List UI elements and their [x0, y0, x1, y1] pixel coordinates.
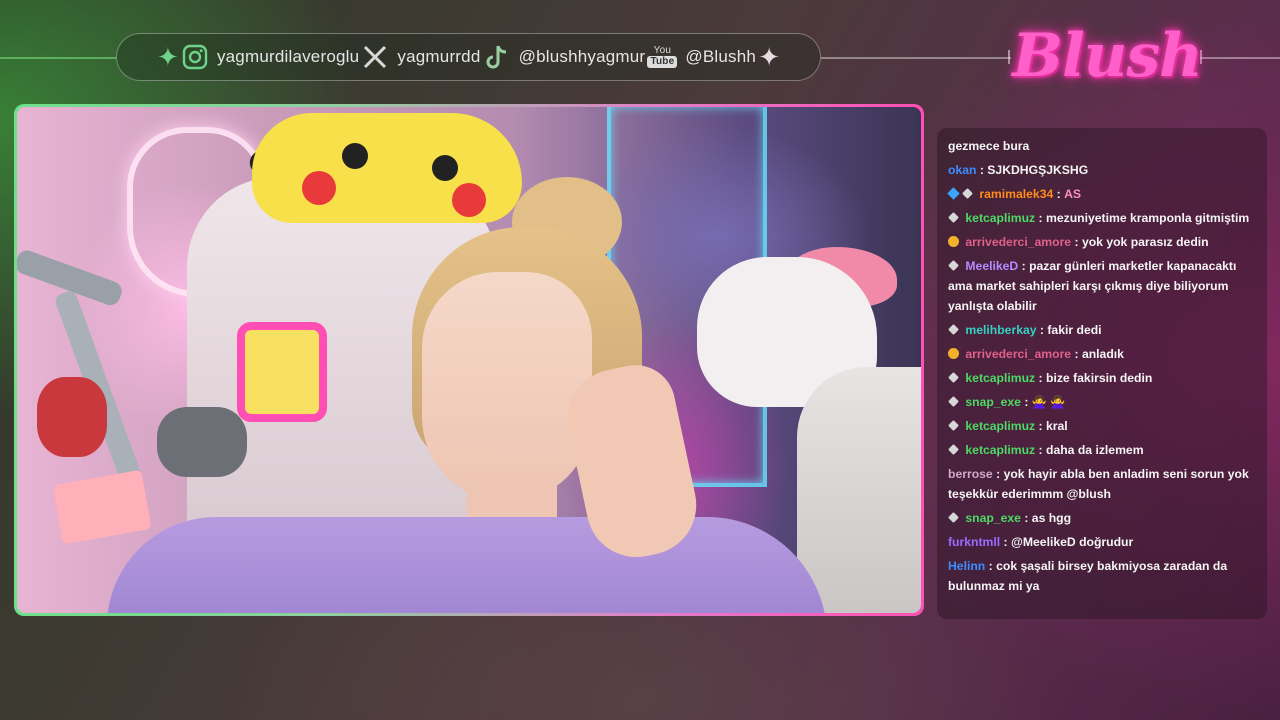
youtube-icon: You Tube — [647, 46, 678, 68]
x-handle: yagmurrdd — [397, 47, 481, 66]
sub-badge-icon — [948, 512, 959, 523]
sparkle-icon: ✦ — [758, 42, 780, 72]
chat-username[interactable]: ramimalek34 — [979, 187, 1053, 201]
tiktok-handle: @blushhyagmur — [518, 47, 646, 66]
sub-badge-icon — [948, 444, 959, 455]
divider-line-left — [0, 57, 116, 59]
blush-logo: Blush — [1012, 14, 1203, 98]
chat-message: okan : SJKDHGŞJKSHG — [948, 163, 1089, 177]
chat-username[interactable]: Helinn — [948, 559, 985, 573]
chat-username[interactable]: arrivederci_amore — [965, 347, 1071, 361]
chat-message: gezmece bura — [948, 139, 1030, 153]
youtube-handle: @Blushh — [685, 47, 757, 66]
webcam-frame — [14, 104, 924, 616]
social-tiktok: @blushhyagmur — [483, 43, 646, 71]
chat-message: arrivederci_amore : anladık — [948, 344, 1257, 364]
chat-username[interactable]: melihberkay — [965, 323, 1036, 337]
chat-message: ketcaplimuz : daha da izlemem — [948, 440, 1257, 460]
chat-username[interactable]: snap_exe — [965, 395, 1021, 409]
pikachu-eye — [432, 155, 458, 181]
streamer-face — [422, 272, 592, 502]
chat-message: arrivederci_amore : yok yok parasız dedi… — [948, 232, 1257, 252]
chat-message: berrose : yok hayir abla ben anladim sen… — [948, 467, 1249, 501]
red-plushie-image — [37, 377, 107, 457]
chat-message: snap_exe : 🙅‍♀️ 🙅‍♀️ — [948, 392, 1257, 412]
chat-message: ketcaplimuz : mezuniyetime kramponla git… — [948, 208, 1257, 228]
chat-message: ketcaplimuz : kral — [948, 416, 1257, 436]
instagram-handle: yagmurdilaveroglu — [216, 47, 360, 66]
microphone-image — [157, 407, 247, 477]
chat-username[interactable]: ketcaplimuz — [965, 419, 1035, 433]
social-instagram: yagmurdilaveroglu — [181, 43, 359, 71]
chat-message: furkntmll : @MeelikeD doğrudur — [948, 535, 1134, 549]
tag-image — [52, 469, 152, 545]
bits-badge-icon — [948, 236, 959, 247]
sub-badge-icon — [948, 324, 959, 335]
divider-line-right — [821, 57, 1011, 59]
chat-username[interactable]: okan — [948, 163, 976, 177]
cat-bed-image — [797, 367, 921, 613]
bits-badge-icon — [948, 348, 959, 359]
sub-badge-icon — [948, 396, 959, 407]
chat-message: snap_exe : as hgg — [948, 508, 1257, 528]
tiktok-icon — [483, 43, 511, 71]
social-x: yagmurrdd — [361, 43, 480, 71]
chat-username[interactable]: ketcaplimuz — [965, 211, 1035, 225]
chair-cutout-image — [237, 322, 327, 422]
divider-line-far-right — [1200, 57, 1280, 59]
gem-badge-icon — [947, 187, 960, 200]
streamer-sweater — [107, 517, 827, 613]
logo-text: Blush — [1012, 21, 1203, 91]
love-sign-image — [657, 137, 737, 247]
divider-tick — [1008, 50, 1010, 64]
pikachu-eye — [342, 143, 368, 169]
instagram-icon — [181, 43, 209, 71]
chat-username[interactable]: snap_exe — [965, 511, 1021, 525]
chat-message: melihberkay : fakir dedi — [948, 320, 1257, 340]
pikachu-cheek — [452, 183, 486, 217]
chat-username[interactable]: berrose — [948, 467, 993, 481]
sub-badge-icon — [948, 420, 959, 431]
chat-emote: 🙅‍♀️ 🙅‍♀️ — [1031, 395, 1066, 409]
chat-username[interactable]: ketcaplimuz — [965, 371, 1035, 385]
chat-message: Helinn : cok şaşali birsey bakmiyosa zar… — [948, 559, 1228, 593]
sparkle-icon: ✦ — [157, 42, 179, 72]
pikachu-cheek — [302, 171, 336, 205]
chat-emote: AS — [1064, 187, 1082, 201]
chat-message: ketcaplimuz : bize fakirsin dedin — [948, 368, 1257, 388]
chat-message: MeelikeD : pazar günleri marketler kapan… — [948, 259, 1237, 313]
sub-badge-icon — [948, 372, 959, 383]
social-bar: ✦ yagmurdilaveroglu yagmurrdd @blushhyag… — [116, 33, 821, 81]
chat-username[interactable]: furkntmll — [948, 535, 1000, 549]
sub-badge-icon — [948, 260, 959, 271]
webcam-feed — [17, 107, 921, 613]
chat-username[interactable]: arrivederci_amore — [965, 235, 1071, 249]
chat-username[interactable]: MeelikeD — [965, 259, 1018, 273]
chat-message: ramimalek34 : AS — [947, 184, 1257, 204]
x-icon — [361, 43, 389, 71]
sub-badge-icon — [962, 188, 973, 199]
chat-panel: gezmece bura okan : SJKDHGŞJKSHG ramimal… — [937, 128, 1267, 619]
social-youtube: You Tube @Blushh — [647, 46, 756, 68]
chat-username[interactable]: ketcaplimuz — [965, 443, 1035, 457]
sub-badge-icon — [948, 212, 959, 223]
pikachu-plush-image — [252, 113, 522, 223]
